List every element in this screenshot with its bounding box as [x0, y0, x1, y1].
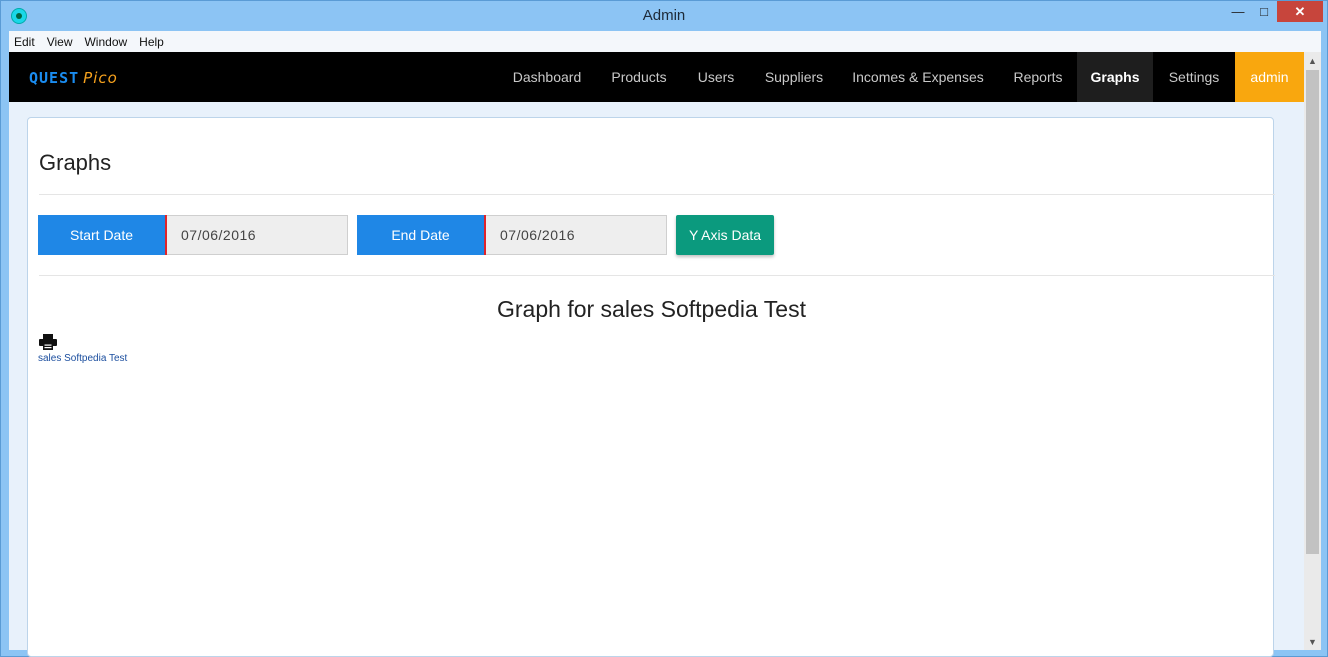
menu-edit[interactable]: Edit — [14, 35, 35, 49]
graph-title: Graph for sales Softpedia Test — [497, 296, 806, 322]
minimize-button[interactable]: — — [1225, 1, 1251, 22]
page-title: Graphs — [39, 150, 112, 175]
app-window: Admin — □ ✕ Edit View Window Help QUEST P… — [0, 0, 1328, 657]
close-button[interactable]: ✕ — [1277, 1, 1323, 22]
title-bar[interactable]: Admin — □ ✕ — [1, 1, 1327, 31]
scroll-thumb[interactable] — [1306, 70, 1319, 554]
maximize-button[interactable]: □ — [1251, 1, 1277, 22]
main-content: Graphs Start Date 07/06/2016 End Date 07… — [9, 102, 1304, 657]
end-date-input[interactable]: 07/06/2016 — [486, 215, 667, 255]
scroll-down-icon[interactable]: ▼ — [1304, 633, 1321, 650]
menu-bar: Edit View Window Help — [9, 31, 1321, 52]
nav-users[interactable]: Users — [681, 52, 751, 102]
brand-logo-part1: QUEST — [29, 69, 80, 87]
brand-logo[interactable]: QUEST Pico — [29, 69, 118, 87]
printer-icon[interactable] — [39, 334, 57, 350]
nav-suppliers[interactable]: Suppliers — [751, 52, 837, 102]
window-title: Admin — [642, 7, 686, 24]
nav-user-admin[interactable]: admin — [1235, 52, 1304, 102]
menu-help[interactable]: Help — [139, 35, 164, 49]
nav-incomes-expenses[interactable]: Incomes & Expenses — [837, 52, 999, 102]
start-date-input[interactable]: 07/06/2016 — [167, 215, 348, 255]
graphs-panel: Graphs Start Date 07/06/2016 End Date 07… — [27, 117, 1275, 657]
start-date-label[interactable]: Start Date — [38, 215, 167, 255]
nav-settings[interactable]: Settings — [1153, 52, 1235, 102]
brand-logo-part2: Pico — [83, 69, 118, 87]
menu-view[interactable]: View — [47, 35, 73, 49]
end-date-label[interactable]: End Date — [357, 215, 486, 255]
top-navbar: QUEST Pico Dashboard Products Users Suppl… — [9, 52, 1304, 102]
scroll-up-icon[interactable]: ▲ — [1304, 52, 1321, 69]
chart-legend-item[interactable]: sales Softpedia Test — [38, 353, 127, 364]
menu-window[interactable]: Window — [84, 35, 127, 49]
nav-products[interactable]: Products — [597, 52, 681, 102]
nav-reports[interactable]: Reports — [999, 52, 1077, 102]
divider — [39, 194, 1275, 195]
nav-dashboard[interactable]: Dashboard — [497, 52, 597, 102]
nav-graphs[interactable]: Graphs — [1077, 52, 1153, 102]
vertical-scrollbar[interactable]: ▲ ▼ — [1304, 52, 1321, 650]
divider — [39, 275, 1275, 276]
y-axis-data-button[interactable]: Y Axis Data — [676, 215, 774, 255]
